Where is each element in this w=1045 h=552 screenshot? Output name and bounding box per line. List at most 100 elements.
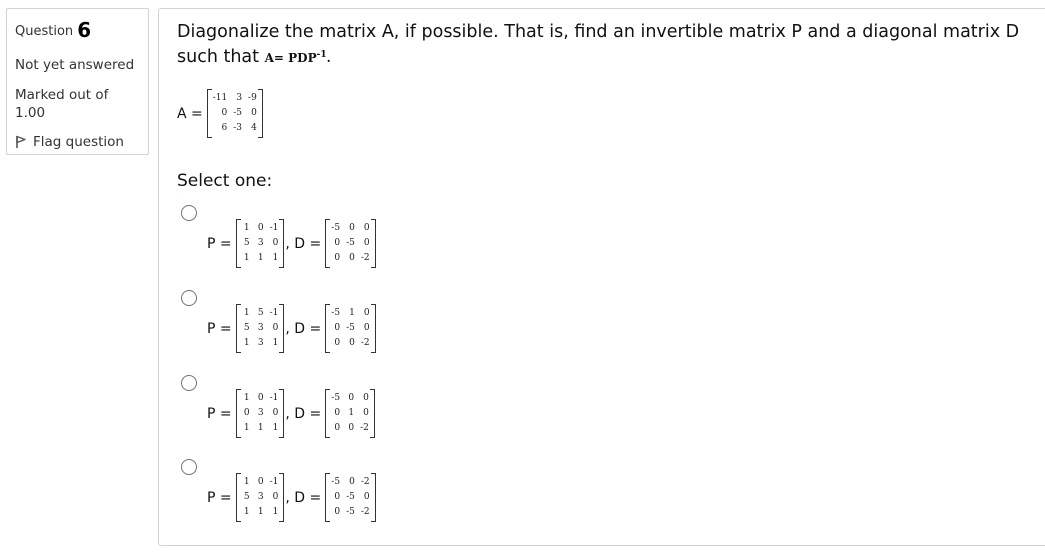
- matrix-bracket: [370, 219, 376, 268]
- matrix-entry: 0: [363, 223, 370, 233]
- matrix-d: -5 0 0 010 0 0 -2: [330, 389, 370, 438]
- answer-option-2[interactable]: P = 1 5 -1 530 131 , D = -5 1 0 0 -5 0 0 0 -2: [179, 290, 479, 370]
- matrix-entry: 1: [272, 423, 279, 433]
- matrix-entry: -5: [331, 477, 341, 487]
- matrix-entry: 0: [272, 323, 279, 333]
- matrix-bracket: [257, 89, 263, 138]
- matrix-label: P =: [207, 235, 232, 252]
- matrix-entry: 1: [243, 223, 250, 233]
- matrix-entry: 3: [257, 492, 264, 502]
- matrix-entry: -5: [331, 308, 341, 318]
- question-number: Question 6: [15, 17, 140, 44]
- matrix-entry: 0: [349, 338, 355, 348]
- matrix-d: -5 0 0 0 -5 0 0 0 -2: [330, 219, 370, 268]
- matrix-entry: 3: [257, 238, 264, 248]
- matrix-entry: 1: [243, 338, 250, 348]
- flag-question-label: Flag question: [33, 133, 124, 150]
- question-number-value: 6: [77, 18, 92, 42]
- matrix-entry: 1: [272, 507, 279, 517]
- matrix-entry: -9: [248, 93, 257, 103]
- matrix-brackets: -5 1 0 0 -5 0 0 0 -2: [325, 304, 376, 353]
- matrix-entry: 0: [257, 393, 264, 403]
- answer-option-1[interactable]: P = 1 0 -1 530 111 , D = -5 0 0 0 -5 0 0 0 -2: [179, 205, 479, 285]
- matrix-brackets: 1 0 -1 530 111: [235, 219, 285, 268]
- matrix-entry: -5: [346, 323, 355, 333]
- matrix-entry: 3: [257, 338, 264, 348]
- matrix-entry: -5: [331, 393, 341, 403]
- matrix-entry: -5: [331, 223, 341, 233]
- matrix-entry: -2: [360, 253, 370, 263]
- matrix-entry: 1: [348, 408, 355, 418]
- matrix-label: P =: [207, 489, 232, 506]
- option-3-matrices: P = 1 0 -1 030 111 , D = -5 0 0 010 0 0 -2: [207, 389, 375, 438]
- question-content: Diagonalize the matrix A, if possible. T…: [158, 8, 1045, 546]
- matrix-entry: 0: [334, 423, 341, 433]
- matrix-entry: 1: [257, 253, 264, 263]
- matrix-entry: 3: [257, 323, 264, 333]
- option-4-matrices: P = 1 0 -1 530 111 , D = -5 0 -2 0 -5 0 0 -5 -2: [207, 473, 376, 522]
- matrix-entry: 0: [334, 253, 341, 263]
- radio-button[interactable]: [181, 205, 197, 221]
- answer-option-3[interactable]: P = 1 0 -1 030 111 , D = -5 0 0 010 0 0 -2: [179, 375, 479, 455]
- matrix-entry: 0: [363, 408, 369, 418]
- matrix-entry: -3: [233, 123, 243, 133]
- matrix-entry: 0: [363, 492, 370, 502]
- matrix-entry: 3: [257, 408, 264, 418]
- matrix-entry: -2: [360, 507, 370, 517]
- matrix-entry: 0: [348, 393, 355, 403]
- radio-button[interactable]: [181, 290, 197, 306]
- question-formula: A= PDP-1.: [264, 49, 331, 65]
- matrix-entry: 1: [243, 308, 250, 318]
- matrix-entry: 1: [243, 423, 250, 433]
- matrix-label: , D =: [285, 235, 322, 252]
- radio-button[interactable]: [181, 459, 197, 475]
- question-state: Not yet answered: [15, 57, 135, 73]
- matrix-entry: 1: [272, 338, 279, 348]
- matrix-entry: 0: [349, 223, 355, 233]
- matrix-entry: -11: [212, 93, 228, 103]
- matrix-p: 1 0 -1 530 111: [241, 473, 280, 522]
- matrix-brackets: 1 5 -1 530 131: [235, 304, 285, 353]
- matrix-entry: 1: [243, 477, 250, 487]
- matrix-entry: 0: [257, 477, 264, 487]
- matrix-entry: 0: [221, 108, 228, 118]
- matrix-entry: 5: [243, 238, 250, 248]
- matrix-entry: 3: [236, 93, 243, 103]
- flag-question-button[interactable]: Flag question: [15, 133, 140, 151]
- flag-icon: [15, 135, 27, 149]
- matrix-entry: -1: [269, 223, 279, 233]
- question-info-panel: Question 6 Not yet answered Marked out o…: [6, 8, 149, 155]
- answer-option-4[interactable]: P = 1 0 -1 530 111 , D = -5 0 -2 0 -5 0 0 -5 -2: [179, 459, 479, 539]
- radio-button[interactable]: [181, 375, 197, 391]
- matrix-p: 1 5 -1 530 131: [241, 304, 280, 353]
- matrix-entry: 5: [243, 323, 250, 333]
- matrix-entry: 6: [221, 123, 228, 133]
- matrix-label: , D =: [285, 489, 322, 506]
- matrix-entry: 0: [363, 323, 370, 333]
- matrix-entry: 0: [363, 308, 370, 318]
- matrix-entry: 4: [251, 123, 257, 133]
- matrix-entry: -2: [360, 423, 369, 433]
- matrix-bracket: [279, 304, 285, 353]
- matrix-entry: -1: [269, 308, 279, 318]
- matrix-entry: 0: [334, 492, 341, 502]
- matrix-entry: -1: [269, 477, 279, 487]
- matrix-entry: 0: [334, 408, 341, 418]
- matrix-entry: 0: [348, 423, 355, 433]
- matrix-bracket: [370, 304, 376, 353]
- matrix-entry: -5: [346, 492, 355, 502]
- matrix-a-cells: -11 3 -9 0 -5 0 6 -3 4: [212, 89, 258, 138]
- matrix-entry: 0: [272, 408, 279, 418]
- matrix-entry: 1: [243, 253, 250, 263]
- question-text: Diagonalize the matrix A, if possible. T…: [177, 20, 1045, 69]
- matrix-entry: -5: [233, 108, 243, 118]
- matrix-entry: 0: [334, 238, 341, 248]
- matrix-entry: 0: [272, 492, 279, 502]
- matrix-bracket: [370, 473, 376, 522]
- matrix-entry: 0: [349, 477, 355, 487]
- matrix-entry: 1: [349, 308, 355, 318]
- matrix-brackets: 1 0 -1 530 111: [235, 473, 285, 522]
- option-1-matrices: P = 1 0 -1 530 111 , D = -5 0 0 0 -5 0 0 0 -2: [207, 219, 376, 268]
- matrix-entry: 5: [257, 308, 264, 318]
- matrix-d: -5 0 -2 0 -5 0 0 -5 -2: [330, 473, 370, 522]
